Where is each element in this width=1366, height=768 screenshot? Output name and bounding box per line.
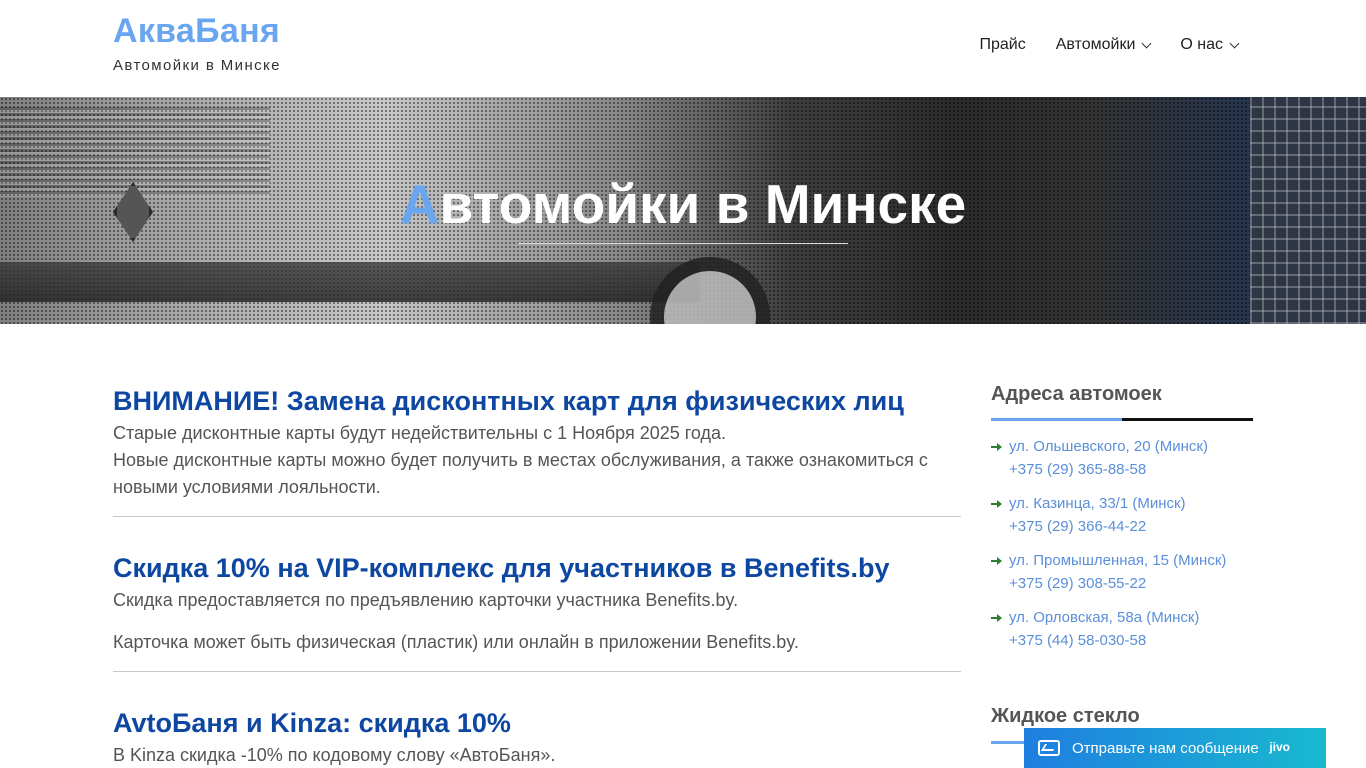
post-title[interactable]: AvtoБаня и Kinza: скидка 10% (113, 704, 961, 742)
arrow-right-icon (991, 492, 1003, 515)
post: Скидка 10% на VIP-комплекс для участнико… (113, 517, 961, 672)
sidebar: Адреса автомоек ул. Ольшевского, 20 (Мин… (991, 380, 1253, 744)
posts-list: ВНИМАНИЕ! Замена дисконтных карт для физ… (113, 380, 961, 768)
post-text: Старые дисконтные карты будут недействит… (113, 423, 727, 443)
arrow-right-icon (991, 549, 1003, 572)
post-title[interactable]: Скидка 10% на VIP-комплекс для участнико… (113, 549, 961, 587)
page-title: Автомойки в Минске (0, 172, 1366, 236)
widget-title-addresses: Адреса автомоек (991, 383, 1162, 405)
site-tagline: Автомойки в Минске (113, 57, 281, 74)
page-title-accent: А (399, 173, 440, 235)
address-list: ул. Ольшевского, 20 (Минск) +375 (29) 36… (991, 435, 1253, 652)
address-item[interactable]: ул. Ольшевского, 20 (Минск) +375 (29) 36… (991, 435, 1253, 481)
address-street[interactable]: ул. Орловская, 58а (Минск) (1009, 606, 1199, 629)
chat-widget-button[interactable]: Отправьте нам сообщение jivo (1024, 728, 1326, 768)
hero-photo-bumper (0, 262, 700, 302)
nav-item-label: О нас (1180, 36, 1223, 53)
post-text: В Kinza скидка -10% по кодовому слову «А… (113, 745, 556, 765)
address-street[interactable]: ул. Промышленная, 15 (Минск) (1009, 549, 1226, 572)
post: AvtoБаня и Kinza: скидка 10% В Kinza ски… (113, 672, 961, 768)
nav-item-label: Автомойки (1055, 36, 1136, 53)
address-street[interactable]: ул. Ольшевского, 20 (Минск) (1009, 435, 1208, 458)
post-text: Новые дисконтные карты можно будет получ… (113, 450, 928, 497)
nav-item-car-washes[interactable]: Автомойки (1055, 36, 1152, 54)
address-item[interactable]: ул. Казинца, 33/1 (Минск) +375 (29) 366-… (991, 492, 1253, 538)
chevron-down-icon (1229, 38, 1240, 48)
site-logo[interactable]: АкваБаня (113, 12, 280, 51)
main-nav: Прайс Автомойки О нас (980, 36, 1240, 54)
title-divider (518, 243, 848, 244)
address-phone[interactable]: +375 (29) 308-55-22 (1009, 572, 1226, 595)
post: ВНИМАНИЕ! Замена дисконтных карт для физ… (113, 382, 961, 517)
nav-item-about[interactable]: О нас (1180, 36, 1240, 54)
post-title[interactable]: ВНИМАНИЕ! Замена дисконтных карт для физ… (113, 382, 961, 420)
address-item[interactable]: ул. Промышленная, 15 (Минск) +375 (29) 3… (991, 549, 1253, 595)
post-text: Карточка может быть физическая (пластик)… (113, 632, 799, 652)
address-street[interactable]: ул. Казинца, 33/1 (Минск) (1009, 492, 1186, 515)
nav-item-label: Прайс (979, 36, 1026, 53)
address-phone[interactable]: +375 (29) 365-88-58 (1009, 458, 1208, 481)
address-item[interactable]: ул. Орловская, 58а (Минск) +375 (44) 58-… (991, 606, 1253, 652)
page-title-rest: втомойки в Минске (439, 173, 967, 235)
jivo-logo: jivo (1269, 740, 1290, 754)
widget-title-liquid-glass: Жидкое стекло (991, 705, 1140, 727)
address-phone[interactable]: +375 (29) 366-44-22 (1009, 515, 1186, 538)
site-header: АкваБаня Автомойки в Минске Прайс Автомо… (0, 0, 1366, 97)
chevron-down-icon (1141, 38, 1152, 48)
chat-label: Отправьте нам сообщение (1072, 739, 1259, 757)
arrow-right-icon (991, 435, 1003, 458)
arrow-right-icon (991, 606, 1003, 629)
post-text: Скидка предоставляется по предъявлению к… (113, 590, 739, 610)
nav-item-price[interactable]: Прайс (980, 36, 1026, 54)
mail-icon (1038, 740, 1060, 756)
hero-banner: Автомойки в Минске (0, 97, 1366, 324)
widget-divider (991, 418, 1253, 421)
address-phone[interactable]: +375 (44) 58-030-58 (1009, 629, 1199, 652)
